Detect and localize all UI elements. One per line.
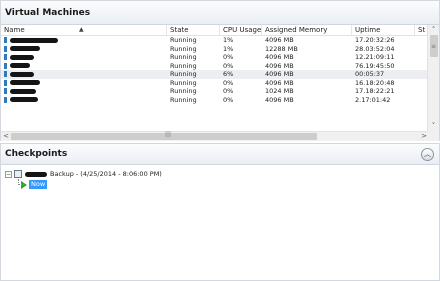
- uptime-cell: 17.20:32:26: [355, 36, 395, 44]
- cpu-usage-cell: 0%: [223, 61, 234, 70]
- checkpoints-pane: Checkpoints ︿ − Backup - (4/25/2014 - 8:…: [0, 143, 440, 281]
- virtual-machine-icon: [4, 79, 7, 86]
- now-label: Now: [29, 180, 48, 189]
- table-row[interactable]: Running 0% 1024 MB 17.18:22:21: [1, 87, 429, 96]
- uptime-cell: 00:05:37: [355, 70, 385, 78]
- table-row[interactable]: Running 0% 4096 MB 2.17:01:42: [1, 96, 429, 105]
- redacted-vm-name: [10, 54, 34, 60]
- state-cell: Running: [170, 53, 197, 61]
- column-header-cpu-usage[interactable]: CPU Usage: [220, 25, 262, 35]
- uptime-cell: 76.19:45:50: [355, 61, 395, 70]
- checkpoint-node[interactable]: − Backup - (4/25/2014 - 8:06:00 PM): [5, 169, 162, 179]
- redacted-vm-name: [10, 71, 34, 77]
- checkpoint-icon: [14, 170, 22, 178]
- uptime-cell: 2.17:01:42: [355, 95, 391, 104]
- uptime-cell: 28.03:52:04: [355, 44, 395, 53]
- cpu-usage-cell: 1%: [223, 44, 234, 53]
- virtual-machine-icon: [4, 37, 7, 43]
- redacted-vm-name: [10, 80, 40, 85]
- assigned-memory-cell: 4096 MB: [265, 36, 294, 44]
- grip-icon: ≡: [431, 43, 437, 50]
- redacted-vm-name: [10, 37, 58, 43]
- assigned-memory-cell: 4096 MB: [265, 95, 294, 104]
- tree-connector: [18, 179, 24, 185]
- scrollbar-corner: [427, 131, 439, 141]
- cpu-usage-cell: 1%: [223, 36, 234, 44]
- checkpoint-label: Backup - (4/25/2014 - 8:06:00 PM): [50, 170, 162, 178]
- redacted-vm-name: [10, 63, 30, 68]
- column-header-state[interactable]: State: [167, 25, 220, 35]
- table-row[interactable]: Running 1% 4096 MB 17.20:32:26: [1, 36, 429, 45]
- vm-name-cell: [1, 62, 167, 71]
- virtual-machine-icon: [4, 62, 7, 69]
- vm-name-cell: [1, 79, 167, 88]
- redacted-vm-name: [25, 171, 47, 177]
- scroll-down-icon[interactable]: ˅: [428, 121, 439, 131]
- virtual-machine-icon: [4, 96, 7, 103]
- sort-ascending-icon: ▲: [79, 26, 84, 33]
- column-header-uptime[interactable]: Uptime: [352, 25, 415, 35]
- vm-name-cell: [1, 96, 167, 105]
- state-cell: Running: [170, 70, 197, 78]
- table-row[interactable]: Running 0% 4096 MB 12.21:09:11: [1, 53, 429, 62]
- scroll-up-icon[interactable]: ˄: [428, 25, 439, 35]
- horizontal-scrollbar[interactable]: < ||| >: [1, 131, 429, 141]
- cpu-usage-cell: 6%: [223, 70, 234, 78]
- column-header-assigned-memory[interactable]: Assigned Memory: [262, 25, 352, 35]
- virtual-machine-icon: [4, 45, 7, 52]
- state-cell: Running: [170, 78, 197, 87]
- redacted-vm-name: [10, 88, 36, 94]
- virtual-machine-icon: [4, 88, 7, 94]
- cpu-usage-cell: 0%: [223, 95, 234, 104]
- virtual-machine-icon: [4, 71, 7, 77]
- collapse-node-icon[interactable]: −: [5, 170, 12, 178]
- assigned-memory-cell: 12288 MB: [265, 44, 298, 53]
- now-node[interactable]: Now: [21, 179, 162, 190]
- vm-name-cell: [1, 87, 167, 96]
- virtual-machines-header: Virtual Machines: [1, 1, 439, 25]
- state-cell: Running: [170, 36, 197, 44]
- table-row[interactable]: Running 1% 12288 MB 28.03:52:04: [1, 45, 429, 54]
- table-row[interactable]: Running 6% 4096 MB 00:05:37: [1, 70, 429, 79]
- scroll-left-icon[interactable]: <: [1, 132, 11, 141]
- grip-icon: |||: [165, 131, 172, 138]
- state-cell: Running: [170, 95, 197, 104]
- checkpoints-title: Checkpoints: [5, 149, 68, 159]
- vm-name-cell: [1, 36, 167, 45]
- vm-rows: Running 1% 4096 MB 17.20:32:26 Running 1% 1228…: [1, 36, 429, 104]
- vm-name-cell: [1, 70, 167, 79]
- vertical-scrollbar[interactable]: ˄ ≡ ˅: [427, 25, 439, 131]
- assigned-memory-cell: 1024 MB: [265, 87, 294, 95]
- vm-list: Name State CPU Usage Assigned Memory Upt…: [1, 25, 429, 131]
- state-cell: Running: [170, 61, 197, 70]
- cpu-usage-cell: 0%: [223, 53, 234, 61]
- assigned-memory-cell: 4096 MB: [265, 53, 294, 61]
- assigned-memory-cell: 4096 MB: [265, 78, 294, 87]
- virtual-machines-title: Virtual Machines: [5, 7, 91, 18]
- table-row[interactable]: Running 0% 4096 MB 16.18:20:48: [1, 79, 429, 88]
- table-row[interactable]: Running 0% 4096 MB 76.19:45:50: [1, 62, 429, 71]
- checkpoint-tree: − Backup - (4/25/2014 - 8:06:00 PM) Now: [5, 169, 162, 190]
- cpu-usage-cell: 0%: [223, 78, 234, 87]
- uptime-cell: 17.18:22:21: [355, 87, 395, 95]
- redacted-vm-name: [10, 97, 38, 102]
- vm-name-cell: [1, 53, 167, 62]
- chevron-up-icon[interactable]: ︿: [421, 148, 434, 161]
- checkpoints-header: Checkpoints ︿: [1, 144, 439, 165]
- vm-name-cell: [1, 45, 167, 54]
- horizontal-scrollbar-thumb[interactable]: [11, 133, 317, 140]
- column-header-name[interactable]: Name: [1, 25, 167, 35]
- virtual-machines-pane: Virtual Machines Name State CPU Usage As…: [0, 0, 440, 141]
- cpu-usage-cell: 0%: [223, 87, 234, 95]
- state-cell: Running: [170, 44, 197, 53]
- redacted-vm-name: [10, 46, 40, 51]
- virtual-machine-icon: [4, 54, 7, 60]
- state-cell: Running: [170, 87, 197, 95]
- uptime-cell: 12.21:09:11: [355, 53, 395, 61]
- assigned-memory-cell: 4096 MB: [265, 61, 294, 70]
- uptime-cell: 16.18:20:48: [355, 78, 395, 87]
- assigned-memory-cell: 4096 MB: [265, 70, 294, 78]
- vm-list-header: Name State CPU Usage Assigned Memory Upt…: [1, 25, 429, 36]
